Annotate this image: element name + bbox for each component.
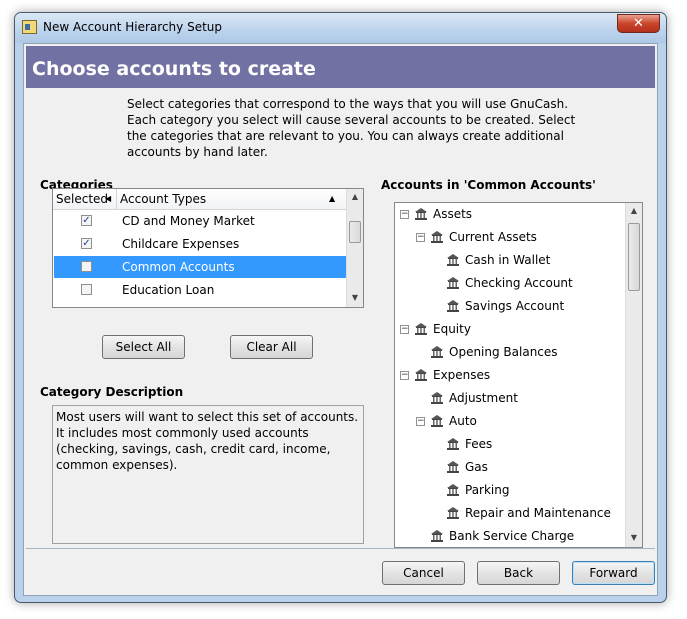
tree-item[interactable]: Checking Account (395, 272, 625, 295)
tree-item-label: Fees (465, 437, 493, 451)
page-title: Choose accounts to create (32, 58, 316, 80)
tree-item-label: Auto (449, 414, 477, 428)
back-button[interactable]: Back (477, 561, 560, 585)
accounts-tree[interactable]: − Assets − Current Assets Cash in Wallet… (394, 202, 643, 548)
tree-item[interactable]: − Auto (395, 410, 625, 433)
collapse-icon[interactable]: − (400, 325, 409, 334)
collapse-icon[interactable]: − (400, 371, 409, 380)
scroll-thumb[interactable] (628, 223, 640, 291)
scroll-thumb[interactable] (349, 221, 361, 243)
intro-text: Select categories that correspond to the… (127, 97, 576, 159)
row-checkbox[interactable]: ✓ (81, 238, 92, 249)
tree-item-label: Assets (433, 207, 473, 221)
app-icon (22, 20, 37, 34)
tree-item-label: Gas (465, 460, 488, 474)
collapse-icon[interactable]: − (416, 233, 425, 242)
scroll-down-icon[interactable]: ▼ (626, 530, 642, 546)
cancel-button[interactable]: Cancel (382, 561, 465, 585)
bank-icon (431, 392, 443, 404)
bank-icon (431, 530, 443, 542)
tree-item[interactable]: Gas (395, 456, 625, 479)
scroll-up-icon[interactable]: ▲ (626, 203, 642, 219)
footer-separator (26, 548, 655, 549)
close-button[interactable]: ✕ (617, 14, 660, 33)
row-checkbox[interactable]: ✓ (81, 215, 92, 226)
tree-item[interactable]: Fees (395, 433, 625, 456)
column-header-account-types[interactable]: Account Types ▲ (117, 189, 347, 209)
bank-icon (447, 507, 459, 519)
bank-icon (431, 231, 443, 243)
page-header: Choose accounts to create (26, 46, 655, 88)
tree-item-label: Checking Account (465, 276, 573, 290)
row-label: Common Accounts (122, 260, 235, 274)
forward-button[interactable]: Forward (572, 561, 655, 585)
tree-item[interactable]: − Current Assets (395, 226, 625, 249)
collapse-icon[interactable]: − (416, 417, 425, 426)
tree-item[interactable]: Parking (395, 479, 625, 502)
tree-item-label: Equity (433, 322, 471, 336)
bank-icon (447, 438, 459, 450)
list-item[interactable]: Education Loan (54, 279, 346, 301)
accounts-scrollbar[interactable]: ▲ ▼ (625, 203, 642, 547)
tree-item-label: Opening Balances (449, 345, 558, 359)
dialog-window: New Account Hierarchy Setup ✕ Choose acc… (14, 12, 667, 603)
list-item-selected[interactable]: Common Accounts (54, 256, 346, 278)
scroll-down-icon[interactable]: ▼ (347, 290, 363, 306)
tree-item-label: Repair and Maintenance (465, 506, 611, 520)
tree-item[interactable]: − Expenses (395, 364, 625, 387)
select-all-button[interactable]: Select All (102, 335, 185, 359)
accounts-label: Accounts in 'Common Accounts' (381, 178, 596, 192)
categories-list-header: Selected ◀ Account Types ▲ (53, 189, 347, 210)
categories-list[interactable]: Selected ◀ Account Types ▲ ✓ CD and Mone… (52, 188, 364, 308)
tree-item-label: Current Assets (449, 230, 537, 244)
row-label: Education Loan (122, 283, 215, 297)
title-bar[interactable]: New Account Hierarchy Setup ✕ (15, 13, 666, 43)
bank-icon (431, 346, 443, 358)
row-label: CD and Money Market (122, 214, 255, 228)
bank-icon (447, 484, 459, 496)
bank-icon (447, 254, 459, 266)
row-checkbox[interactable] (81, 307, 92, 308)
column-header-selected[interactable]: Selected ◀ (53, 189, 117, 209)
tree-item[interactable]: Repair and Maintenance (395, 502, 625, 525)
tree-item-label: Adjustment (449, 391, 518, 405)
bank-icon (447, 277, 459, 289)
tree-item[interactable]: Opening Balances (395, 341, 625, 364)
row-checkbox[interactable] (81, 261, 92, 272)
tree-item[interactable]: Savings Account (395, 295, 625, 318)
tree-item-label: Savings Account (465, 299, 565, 313)
tree-item-label: Expenses (433, 368, 491, 382)
sort-left-icon: ◀ (105, 194, 112, 203)
collapse-icon[interactable]: − (400, 210, 409, 219)
bank-icon (415, 369, 427, 381)
tree-item-label: Cash in Wallet (465, 253, 551, 267)
bank-icon (415, 208, 427, 220)
bank-icon (415, 323, 427, 335)
tree-item[interactable]: Bank Service Charge (395, 525, 625, 547)
list-item[interactable]: ✓ Childcare Expenses (54, 233, 346, 255)
categories-scrollbar[interactable]: ▲ ▼ (346, 189, 363, 307)
bank-icon (431, 415, 443, 427)
row-label: Childcare Expenses (122, 237, 240, 251)
category-description-text: Most users will want to select this set … (52, 405, 364, 544)
tree-item[interactable]: − Assets (395, 203, 625, 226)
window-title: New Account Hierarchy Setup (43, 20, 222, 34)
tree-item-label: Bank Service Charge (449, 529, 575, 543)
category-description-label: Category Description (40, 385, 184, 399)
tree-item[interactable]: Adjustment (395, 387, 625, 410)
row-checkbox[interactable] (81, 284, 92, 295)
tree-item[interactable]: Cash in Wallet (395, 249, 625, 272)
dialog-body: Choose accounts to create Select categor… (23, 43, 658, 596)
list-item[interactable]: ✓ CD and Money Market (54, 210, 346, 232)
sort-up-icon: ▲ (329, 194, 336, 203)
bank-icon (447, 300, 459, 312)
clear-all-button[interactable]: Clear All (230, 335, 313, 359)
tree-item[interactable]: − Equity (395, 318, 625, 341)
bank-icon (447, 461, 459, 473)
list-item[interactable] (54, 302, 346, 308)
tree-item-label: Parking (465, 483, 510, 497)
scroll-up-icon[interactable]: ▲ (347, 189, 363, 205)
